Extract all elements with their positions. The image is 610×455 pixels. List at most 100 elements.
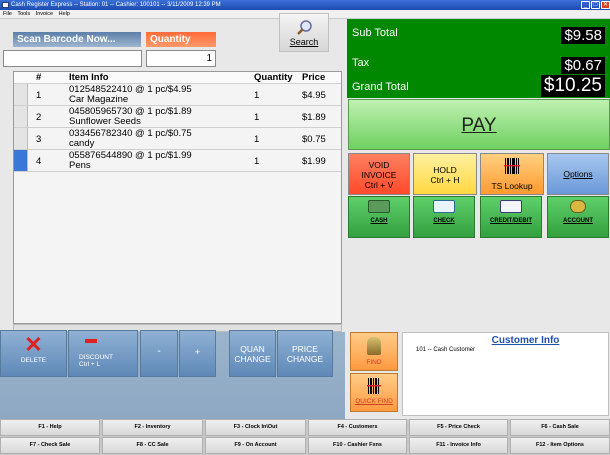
hold-label-2: Ctrl + H	[430, 175, 460, 185]
void-label-3: Ctrl + V	[364, 180, 394, 190]
credit-card-icon	[500, 200, 522, 213]
find-label: FIND	[366, 359, 382, 366]
table-row[interactable]: 2 045805965730 @ 1 pc/$1.89 Sunflower Se…	[14, 106, 341, 128]
magnifier-icon	[297, 20, 312, 35]
cash-icon	[368, 200, 390, 213]
item-grid[interactable]: # Item Info Quantity Price 1 01254852241…	[13, 71, 342, 324]
row-number: 1	[36, 90, 42, 101]
table-row[interactable]: 3 033456782340 @ 1 pc/$0.75 candy 1 $0.7…	[14, 128, 341, 150]
window-title: Cash Register Express -- Station: 01 -- …	[11, 2, 221, 8]
price-change-button[interactable]: PRICE CHANGE	[277, 330, 333, 377]
price-label-1: PRICE	[292, 344, 318, 354]
quan-change-button[interactable]: QUAN CHANGE	[229, 330, 276, 377]
increment-button[interactable]: +	[179, 330, 216, 377]
find-button[interactable]: FIND	[350, 332, 398, 371]
col-quantity: Quantity	[254, 72, 293, 83]
menu-tools[interactable]: Tools	[17, 11, 30, 17]
minus-icon	[85, 339, 97, 343]
quan-label-2: CHANGE	[234, 354, 271, 364]
grid-header: # Item Info Quantity Price	[14, 72, 341, 84]
maximize-button[interactable]: □	[591, 1, 600, 9]
fkey-f11[interactable]: F11 - Invoice Info	[409, 437, 508, 454]
credit-debit-label: CREDIT/DEBIT	[490, 218, 532, 224]
void-label-2: INVOICE	[361, 170, 397, 180]
fkey-f5[interactable]: F5 - Price Check	[409, 419, 508, 436]
item-name: candy	[69, 138, 95, 149]
search-button[interactable]: Search	[279, 13, 329, 52]
tax-label: Tax	[352, 57, 370, 69]
col-item-info: Item Info	[69, 72, 109, 83]
price-label-2: CHANGE	[286, 354, 324, 364]
decrement-button[interactable]: -	[140, 330, 178, 377]
barcode-icon	[504, 158, 520, 174]
item-qty: 1	[254, 90, 260, 101]
fkey-f8[interactable]: F8 - CC Sale	[102, 437, 203, 454]
options-button[interactable]: Options	[547, 153, 609, 195]
x-icon: ✕	[24, 332, 43, 357]
quantity-input[interactable]: 1	[146, 50, 216, 67]
fkey-f1[interactable]: F1 - Help	[0, 419, 100, 436]
cash-button[interactable]: CASH	[348, 196, 410, 238]
fkey-f6[interactable]: F6 - Cash Sale	[510, 419, 610, 436]
quantity-label: Quantity	[146, 32, 216, 47]
minimize-button[interactable]: _	[581, 1, 590, 9]
row-selector	[14, 84, 28, 105]
row-number: 3	[36, 134, 42, 145]
col-price: Price	[302, 72, 326, 83]
item-qty: 1	[254, 156, 260, 167]
scan-barcode-label: Scan Barcode Now...	[13, 32, 141, 47]
barcode-input[interactable]	[3, 50, 142, 67]
discount-label-1: DISCOUNT	[79, 354, 113, 361]
table-row[interactable]: 1 012548522410 @ 1 pc/$4.95 Car Magazine…	[14, 84, 341, 106]
fkey-f12[interactable]: F12 - Item Options	[510, 437, 610, 454]
fkey-f3[interactable]: F3 - Clock In\Out	[205, 419, 306, 436]
menu-invoice[interactable]: Invoice	[36, 11, 53, 17]
customer-line: 101 -- Cash Customer	[416, 347, 476, 353]
quick-find-label: QUICK FIND	[355, 398, 393, 405]
customer-info-panel: Customer Info 101 -- Cash Customer	[402, 332, 609, 416]
fkey-f10[interactable]: F10 - Cashier Fxns	[308, 437, 407, 454]
function-key-bar: F1 - Help F2 - Inventory F3 - Clock In\O…	[0, 419, 610, 455]
account-label: ACCOUNT	[563, 218, 593, 224]
col-number: #	[36, 72, 42, 83]
fkey-f9[interactable]: F9 - On Account	[205, 437, 306, 454]
check-icon	[433, 200, 455, 213]
item-qty: 1	[254, 112, 260, 123]
customer-info-title[interactable]: Customer Info	[403, 335, 608, 346]
check-label: CHECK	[433, 218, 455, 224]
fkey-f2[interactable]: F2 - Inventory	[102, 419, 203, 436]
item-name: Sunflower Seeds	[69, 116, 141, 127]
fkey-f7[interactable]: F7 - Check Sale	[0, 437, 100, 454]
title-bar: Cash Register Express -- Station: 01 -- …	[0, 0, 610, 10]
credit-debit-button[interactable]: CREDIT/DEBIT	[480, 196, 542, 238]
void-label-1: VOID	[368, 160, 390, 170]
fkey-f4[interactable]: F4 - Customers	[308, 419, 407, 436]
hold-button[interactable]: HOLD Ctrl + H	[413, 153, 477, 195]
subtotal-label: Sub Total	[352, 27, 398, 39]
discount-button[interactable]: DISCOUNT Ctrl + L	[68, 330, 138, 377]
menu-help[interactable]: Help	[59, 11, 70, 17]
pay-button[interactable]: PAY	[348, 99, 610, 150]
account-icon	[570, 200, 586, 213]
delete-button[interactable]: ✕ DELETE	[0, 330, 67, 377]
row-selector-active	[14, 150, 28, 171]
totals-panel: Sub Total $9.58 Tax $0.67 Grand Total $1…	[347, 19, 610, 98]
account-button[interactable]: ACCOUNT	[547, 196, 609, 238]
row-selector	[14, 106, 28, 127]
subtotal-value: $9.58	[561, 27, 605, 44]
ts-lookup-button[interactable]: TS Lookup	[480, 153, 544, 195]
grand-total-value: $10.25	[540, 75, 605, 97]
search-label: Search	[289, 37, 319, 47]
table-row[interactable]: 4 055876544890 @ 1 pc/$1.99 Pens 1 $1.99	[14, 150, 341, 172]
void-invoice-button[interactable]: VOID INVOICE Ctrl + V	[348, 153, 410, 195]
delete-label: DELETE	[20, 357, 47, 364]
menu-file[interactable]: File	[3, 11, 12, 17]
item-price: $1.89	[302, 112, 326, 123]
discount-label-2: Ctrl + L	[79, 361, 101, 368]
item-price: $1.99	[302, 156, 326, 167]
close-button[interactable]: ✕	[601, 1, 610, 9]
quick-find-button[interactable]: QUICK FIND	[350, 373, 398, 412]
tax-value: $0.67	[561, 57, 605, 74]
cash-label: CASH	[370, 218, 388, 224]
check-button[interactable]: CHECK	[413, 196, 475, 238]
